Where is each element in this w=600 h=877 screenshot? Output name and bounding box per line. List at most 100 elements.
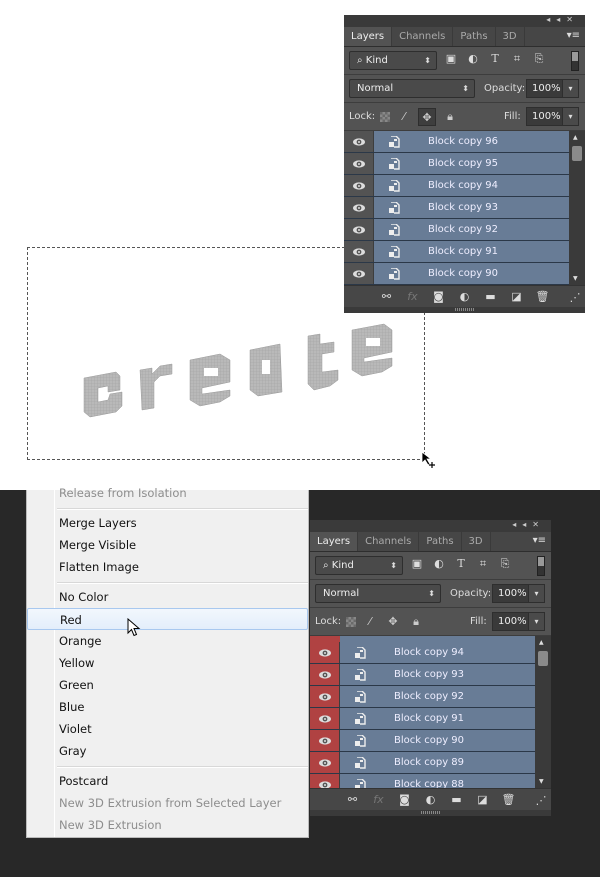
eye-visibility-icon[interactable] <box>352 247 366 257</box>
resize-grip-icon[interactable]: ⋰ <box>533 794 549 808</box>
layer-body[interactable]: Block copy 94 <box>374 175 585 196</box>
layer-row[interactable]: Block copy 96 <box>344 131 585 153</box>
eye-visibility-icon[interactable] <box>352 181 366 191</box>
menu-item-blue[interactable]: Blue <box>27 696 308 718</box>
eye-visibility-icon[interactable] <box>318 736 332 746</box>
opacity-dropdown-button[interactable]: ▾ <box>562 79 579 98</box>
smart-object-filter-icon[interactable]: ⎘ <box>532 52 546 66</box>
menu-item-green[interactable]: Green <box>27 674 308 696</box>
layers-scrollbar[interactable]: ▲ ▼ <box>569 131 585 285</box>
layer-body[interactable]: Block copy 89 <box>340 752 551 773</box>
eye-visibility-icon[interactable] <box>318 714 332 724</box>
new-fill-adjustment-icon[interactable]: ◐ <box>423 793 439 807</box>
adjustment-layer-filter-icon[interactable]: ◐ <box>466 52 480 66</box>
visibility-toggle[interactable] <box>344 219 374 240</box>
fill-dropdown-button[interactable]: ▾ <box>562 107 579 126</box>
eye-visibility-icon[interactable] <box>318 648 332 658</box>
visibility-toggle[interactable] <box>310 664 340 685</box>
menu-item-flatten-image[interactable]: Flatten Image <box>27 556 308 578</box>
fill-dropdown-button[interactable]: ▾ <box>528 612 545 631</box>
delete-trash-icon[interactable]: 🗑︎ <box>501 793 517 807</box>
layer-body[interactable]: Block copy 94 <box>340 642 551 663</box>
layer-body[interactable]: Block copy 95 <box>374 153 585 174</box>
opacity-dropdown-button[interactable]: ▾ <box>528 584 545 603</box>
menu-item-orange[interactable]: Orange <box>27 630 308 652</box>
fx-icon[interactable]: fx <box>371 793 387 807</box>
smart-object-filter-icon[interactable]: ⎘ <box>498 557 512 571</box>
layer-body[interactable]: Block copy 92 <box>340 686 551 707</box>
layer-body[interactable]: Block copy 92 <box>374 219 585 240</box>
layer-body[interactable]: Block copy 91 <box>340 708 551 729</box>
new-layer-icon[interactable]: ◪ <box>509 290 525 304</box>
layer-row[interactable]: Block copy 91 <box>310 708 551 730</box>
new-fill-adjustment-icon[interactable]: ◐ <box>457 290 473 304</box>
layer-row[interactable]: Block copy 92 <box>344 219 585 241</box>
visibility-toggle[interactable] <box>344 197 374 218</box>
layer-body[interactable]: Block copy 93 <box>340 664 551 685</box>
layer-body[interactable]: Block copy 90 <box>374 263 585 284</box>
tab-channels[interactable]: Channels <box>358 532 420 551</box>
collapse-icon[interactable]: ◂◂ <box>512 520 532 529</box>
layer-row[interactable]: Block copy 92 <box>310 686 551 708</box>
tab-layers[interactable]: Layers <box>310 532 359 551</box>
collapse-icon[interactable]: ◂◂ <box>546 15 566 24</box>
lock-image-pixels-icon[interactable]: ⁄ <box>361 613 379 631</box>
layer-row[interactable]: Block copy 90 <box>310 730 551 752</box>
layer-row[interactable]: Block copy 93 <box>310 664 551 686</box>
lock-position-icon[interactable]: ✥ <box>384 613 402 631</box>
layers-scrollbar[interactable]: ▲ ▼ <box>535 636 551 788</box>
layer-body[interactable]: Block copy 96 <box>374 131 585 152</box>
eye-visibility-icon[interactable] <box>352 225 366 235</box>
layer-row[interactable]: Block copy 89 <box>310 752 551 774</box>
eye-visibility-icon[interactable] <box>318 692 332 702</box>
tab-3d[interactable]: 3D <box>496 27 525 46</box>
eye-visibility-icon[interactable] <box>352 203 366 213</box>
shape-layer-filter-icon[interactable]: ⌗ <box>510 52 524 66</box>
lock-transparent-pixels-icon[interactable] <box>346 617 356 627</box>
tab-layers[interactable]: Layers <box>344 27 393 46</box>
visibility-toggle[interactable] <box>310 642 340 663</box>
layer-body[interactable]: Block copy 93 <box>374 197 585 218</box>
panel-menu-icon[interactable]: ▾≡ <box>533 535 546 546</box>
close-icon[interactable]: ✕ <box>566 15 579 24</box>
tab-channels[interactable]: Channels <box>392 27 454 46</box>
visibility-toggle[interactable] <box>344 263 374 284</box>
visibility-toggle[interactable] <box>310 686 340 707</box>
menu-item-no-color[interactable]: No Color <box>27 586 308 608</box>
panel-titlebar[interactable]: ◂◂✕ <box>310 520 551 532</box>
visibility-toggle[interactable] <box>344 131 374 152</box>
lock-all-icon[interactable]: 🔒︎ <box>407 613 425 631</box>
layer-body[interactable]: Block copy 88 <box>340 774 551 788</box>
add-mask-icon[interactable]: ◙ <box>431 290 447 304</box>
visibility-toggle[interactable] <box>344 241 374 262</box>
layer-row[interactable]: Block copy 91 <box>344 241 585 263</box>
type-layer-filter-icon[interactable]: T <box>488 52 502 66</box>
panel-menu-icon[interactable]: ▾≡ <box>567 30 580 41</box>
visibility-toggle[interactable] <box>344 175 374 196</box>
menu-item-red[interactable]: Red <box>27 608 308 630</box>
menu-item-merge-layers[interactable]: Merge Layers <box>27 512 308 534</box>
layer-row[interactable]: Block copy 88 <box>310 774 551 788</box>
resize-grip-icon[interactable]: ⋰ <box>567 291 583 305</box>
visibility-toggle[interactable] <box>310 708 340 729</box>
lock-transparent-pixels-icon[interactable] <box>380 112 390 122</box>
scroll-thumb[interactable] <box>572 146 582 161</box>
panel-titlebar[interactable]: ◂◂✕ <box>344 15 585 27</box>
filter-kind-select[interactable]: ⌕ Kind ⬍ <box>349 51 437 70</box>
add-mask-icon[interactable]: ◙ <box>397 793 413 807</box>
menu-item-yellow[interactable]: Yellow <box>27 652 308 674</box>
lock-image-pixels-icon[interactable]: ⁄ <box>395 108 413 126</box>
scroll-down-icon[interactable]: ▼ <box>539 778 544 785</box>
layer-body[interactable]: Block copy 90 <box>340 730 551 751</box>
scroll-thumb[interactable] <box>538 651 548 666</box>
delete-trash-icon[interactable]: 🗑︎ <box>535 290 551 304</box>
pixel-layer-filter-icon[interactable]: ▣ <box>410 557 424 571</box>
tab-paths[interactable]: Paths <box>453 27 496 46</box>
new-layer-icon[interactable]: ◪ <box>475 793 491 807</box>
eye-visibility-icon[interactable] <box>318 758 332 768</box>
tab-paths[interactable]: Paths <box>419 532 462 551</box>
lock-position-icon[interactable]: ✥ <box>418 108 436 126</box>
adjustment-layer-filter-icon[interactable]: ◐ <box>432 557 446 571</box>
fx-icon[interactable]: fx <box>405 290 421 304</box>
layer-row[interactable]: Block copy 90 <box>344 263 585 285</box>
